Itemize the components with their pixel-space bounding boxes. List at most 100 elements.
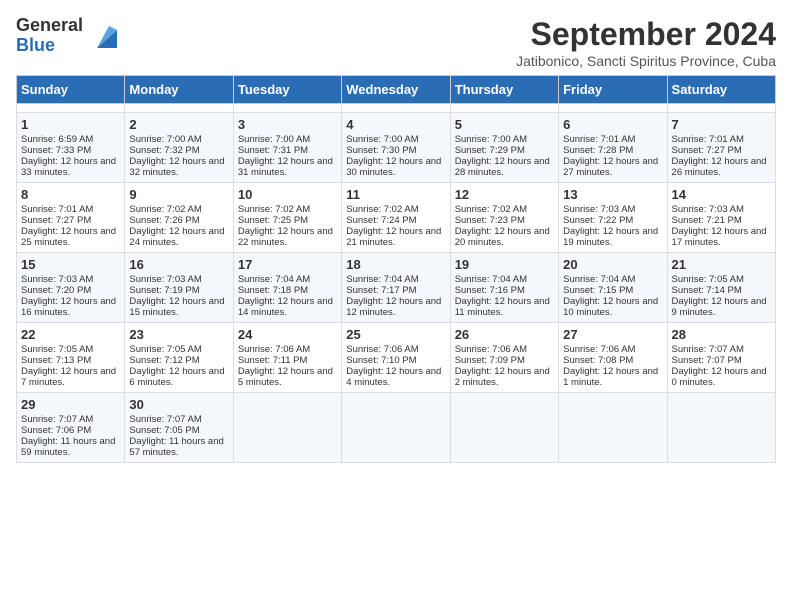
sunset-text: Sunset: 7:26 PM [129,215,228,226]
sunrise-text: Sunrise: 7:00 AM [238,134,337,145]
calendar-cell [17,104,125,113]
daylight-text: Daylight: 12 hours and 25 minutes. [21,226,120,248]
sunset-text: Sunset: 7:08 PM [563,355,662,366]
day-number: 17 [238,257,337,272]
logo-icon [89,20,121,52]
daylight-text: Daylight: 12 hours and 2 minutes. [455,366,554,388]
calendar-cell: 16Sunrise: 7:03 AMSunset: 7:19 PMDayligh… [125,253,233,323]
sunrise-text: Sunrise: 7:01 AM [21,204,120,215]
calendar-cell [667,104,775,113]
calendar-cell: 11Sunrise: 7:02 AMSunset: 7:24 PMDayligh… [342,183,450,253]
daylight-text: Daylight: 11 hours and 59 minutes. [21,436,120,458]
header-sunday: Sunday [17,76,125,104]
daylight-text: Daylight: 12 hours and 20 minutes. [455,226,554,248]
calendar-cell: 15Sunrise: 7:03 AMSunset: 7:20 PMDayligh… [17,253,125,323]
sunset-text: Sunset: 7:09 PM [455,355,554,366]
sunrise-text: Sunrise: 7:05 AM [21,344,120,355]
sunset-text: Sunset: 7:29 PM [455,145,554,156]
sunset-text: Sunset: 7:25 PM [238,215,337,226]
day-number: 12 [455,187,554,202]
calendar-cell: 24Sunrise: 7:06 AMSunset: 7:11 PMDayligh… [233,323,341,393]
title-block: September 2024 Jatibonico, Sancti Spirit… [516,16,776,69]
calendar-cell [233,104,341,113]
sunrise-text: Sunrise: 7:02 AM [455,204,554,215]
daylight-text: Daylight: 12 hours and 5 minutes. [238,366,337,388]
calendar-cell: 4Sunrise: 7:00 AMSunset: 7:30 PMDaylight… [342,113,450,183]
calendar-cell [342,104,450,113]
calendar-cell: 22Sunrise: 7:05 AMSunset: 7:13 PMDayligh… [17,323,125,393]
daylight-text: Daylight: 12 hours and 1 minute. [563,366,662,388]
calendar-cell [667,393,775,463]
day-number: 1 [21,117,120,132]
header-friday: Friday [559,76,667,104]
sunset-text: Sunset: 7:14 PM [672,285,771,296]
daylight-text: Daylight: 12 hours and 22 minutes. [238,226,337,248]
daylight-text: Daylight: 12 hours and 9 minutes. [672,296,771,318]
day-number: 23 [129,327,228,342]
sunset-text: Sunset: 7:32 PM [129,145,228,156]
page-header: General Blue September 2024 Jatibonico, … [16,16,776,69]
daylight-text: Daylight: 12 hours and 7 minutes. [21,366,120,388]
calendar-cell [125,104,233,113]
calendar-cell: 9Sunrise: 7:02 AMSunset: 7:26 PMDaylight… [125,183,233,253]
sunrise-text: Sunrise: 7:04 AM [563,274,662,285]
calendar-cell: 14Sunrise: 7:03 AMSunset: 7:21 PMDayligh… [667,183,775,253]
sunrise-text: Sunrise: 7:05 AM [672,274,771,285]
sunset-text: Sunset: 7:33 PM [21,145,120,156]
calendar-cell: 19Sunrise: 7:04 AMSunset: 7:16 PMDayligh… [450,253,558,323]
calendar-cell: 1Sunrise: 6:59 AMSunset: 7:33 PMDaylight… [17,113,125,183]
daylight-text: Daylight: 12 hours and 19 minutes. [563,226,662,248]
calendar-cell: 3Sunrise: 7:00 AMSunset: 7:31 PMDaylight… [233,113,341,183]
header-saturday: Saturday [667,76,775,104]
daylight-text: Daylight: 12 hours and 12 minutes. [346,296,445,318]
day-number: 3 [238,117,337,132]
daylight-text: Daylight: 12 hours and 15 minutes. [129,296,228,318]
sunrise-text: Sunrise: 7:07 AM [21,414,120,425]
day-number: 16 [129,257,228,272]
sunrise-text: Sunrise: 7:06 AM [238,344,337,355]
calendar-cell: 7Sunrise: 7:01 AMSunset: 7:27 PMDaylight… [667,113,775,183]
calendar-cell: 10Sunrise: 7:02 AMSunset: 7:25 PMDayligh… [233,183,341,253]
calendar-cell: 21Sunrise: 7:05 AMSunset: 7:14 PMDayligh… [667,253,775,323]
day-number: 28 [672,327,771,342]
month-title: September 2024 [516,16,776,53]
sunset-text: Sunset: 7:27 PM [672,145,771,156]
day-number: 24 [238,327,337,342]
calendar-cell: 27Sunrise: 7:06 AMSunset: 7:08 PMDayligh… [559,323,667,393]
calendar-cell [559,393,667,463]
day-number: 14 [672,187,771,202]
calendar-cell: 13Sunrise: 7:03 AMSunset: 7:22 PMDayligh… [559,183,667,253]
calendar-cell: 29Sunrise: 7:07 AMSunset: 7:06 PMDayligh… [17,393,125,463]
calendar-cell: 30Sunrise: 7:07 AMSunset: 7:05 PMDayligh… [125,393,233,463]
header-tuesday: Tuesday [233,76,341,104]
sunset-text: Sunset: 7:20 PM [21,285,120,296]
calendar-cell: 12Sunrise: 7:02 AMSunset: 7:23 PMDayligh… [450,183,558,253]
sunrise-text: Sunrise: 7:01 AM [563,134,662,145]
sunrise-text: Sunrise: 7:04 AM [238,274,337,285]
sunrise-text: Sunrise: 7:06 AM [455,344,554,355]
calendar-cell: 23Sunrise: 7:05 AMSunset: 7:12 PMDayligh… [125,323,233,393]
sunset-text: Sunset: 7:10 PM [346,355,445,366]
day-number: 19 [455,257,554,272]
sunrise-text: Sunrise: 7:07 AM [672,344,771,355]
daylight-text: Daylight: 12 hours and 31 minutes. [238,156,337,178]
header-monday: Monday [125,76,233,104]
calendar-cell: 8Sunrise: 7:01 AMSunset: 7:27 PMDaylight… [17,183,125,253]
daylight-text: Daylight: 11 hours and 57 minutes. [129,436,228,458]
daylight-text: Daylight: 12 hours and 4 minutes. [346,366,445,388]
calendar-week-0 [17,104,776,113]
day-number: 22 [21,327,120,342]
daylight-text: Daylight: 12 hours and 16 minutes. [21,296,120,318]
sunrise-text: Sunrise: 7:04 AM [455,274,554,285]
day-number: 20 [563,257,662,272]
calendar-week-1: 1 Sunrise: 6:59 AMSunset: 7:33 PM Daylight… [17,113,776,183]
sunrise-text: Sunrise: 7:07 AM [129,414,228,425]
location-subtitle: Jatibonico, Sancti Spiritus Province, Cu… [516,53,776,69]
daylight-text: Daylight: 12 hours and 14 minutes. [238,296,337,318]
sunrise-text: Sunrise: 6:59 AM [21,134,120,145]
day-number: 4 [346,117,445,132]
daylight-text: Daylight: 12 hours and 17 minutes. [672,226,771,248]
sunset-text: Sunset: 7:17 PM [346,285,445,296]
sunset-text: Sunset: 7:24 PM [346,215,445,226]
daylight-text: Daylight: 12 hours and 27 minutes. [563,156,662,178]
